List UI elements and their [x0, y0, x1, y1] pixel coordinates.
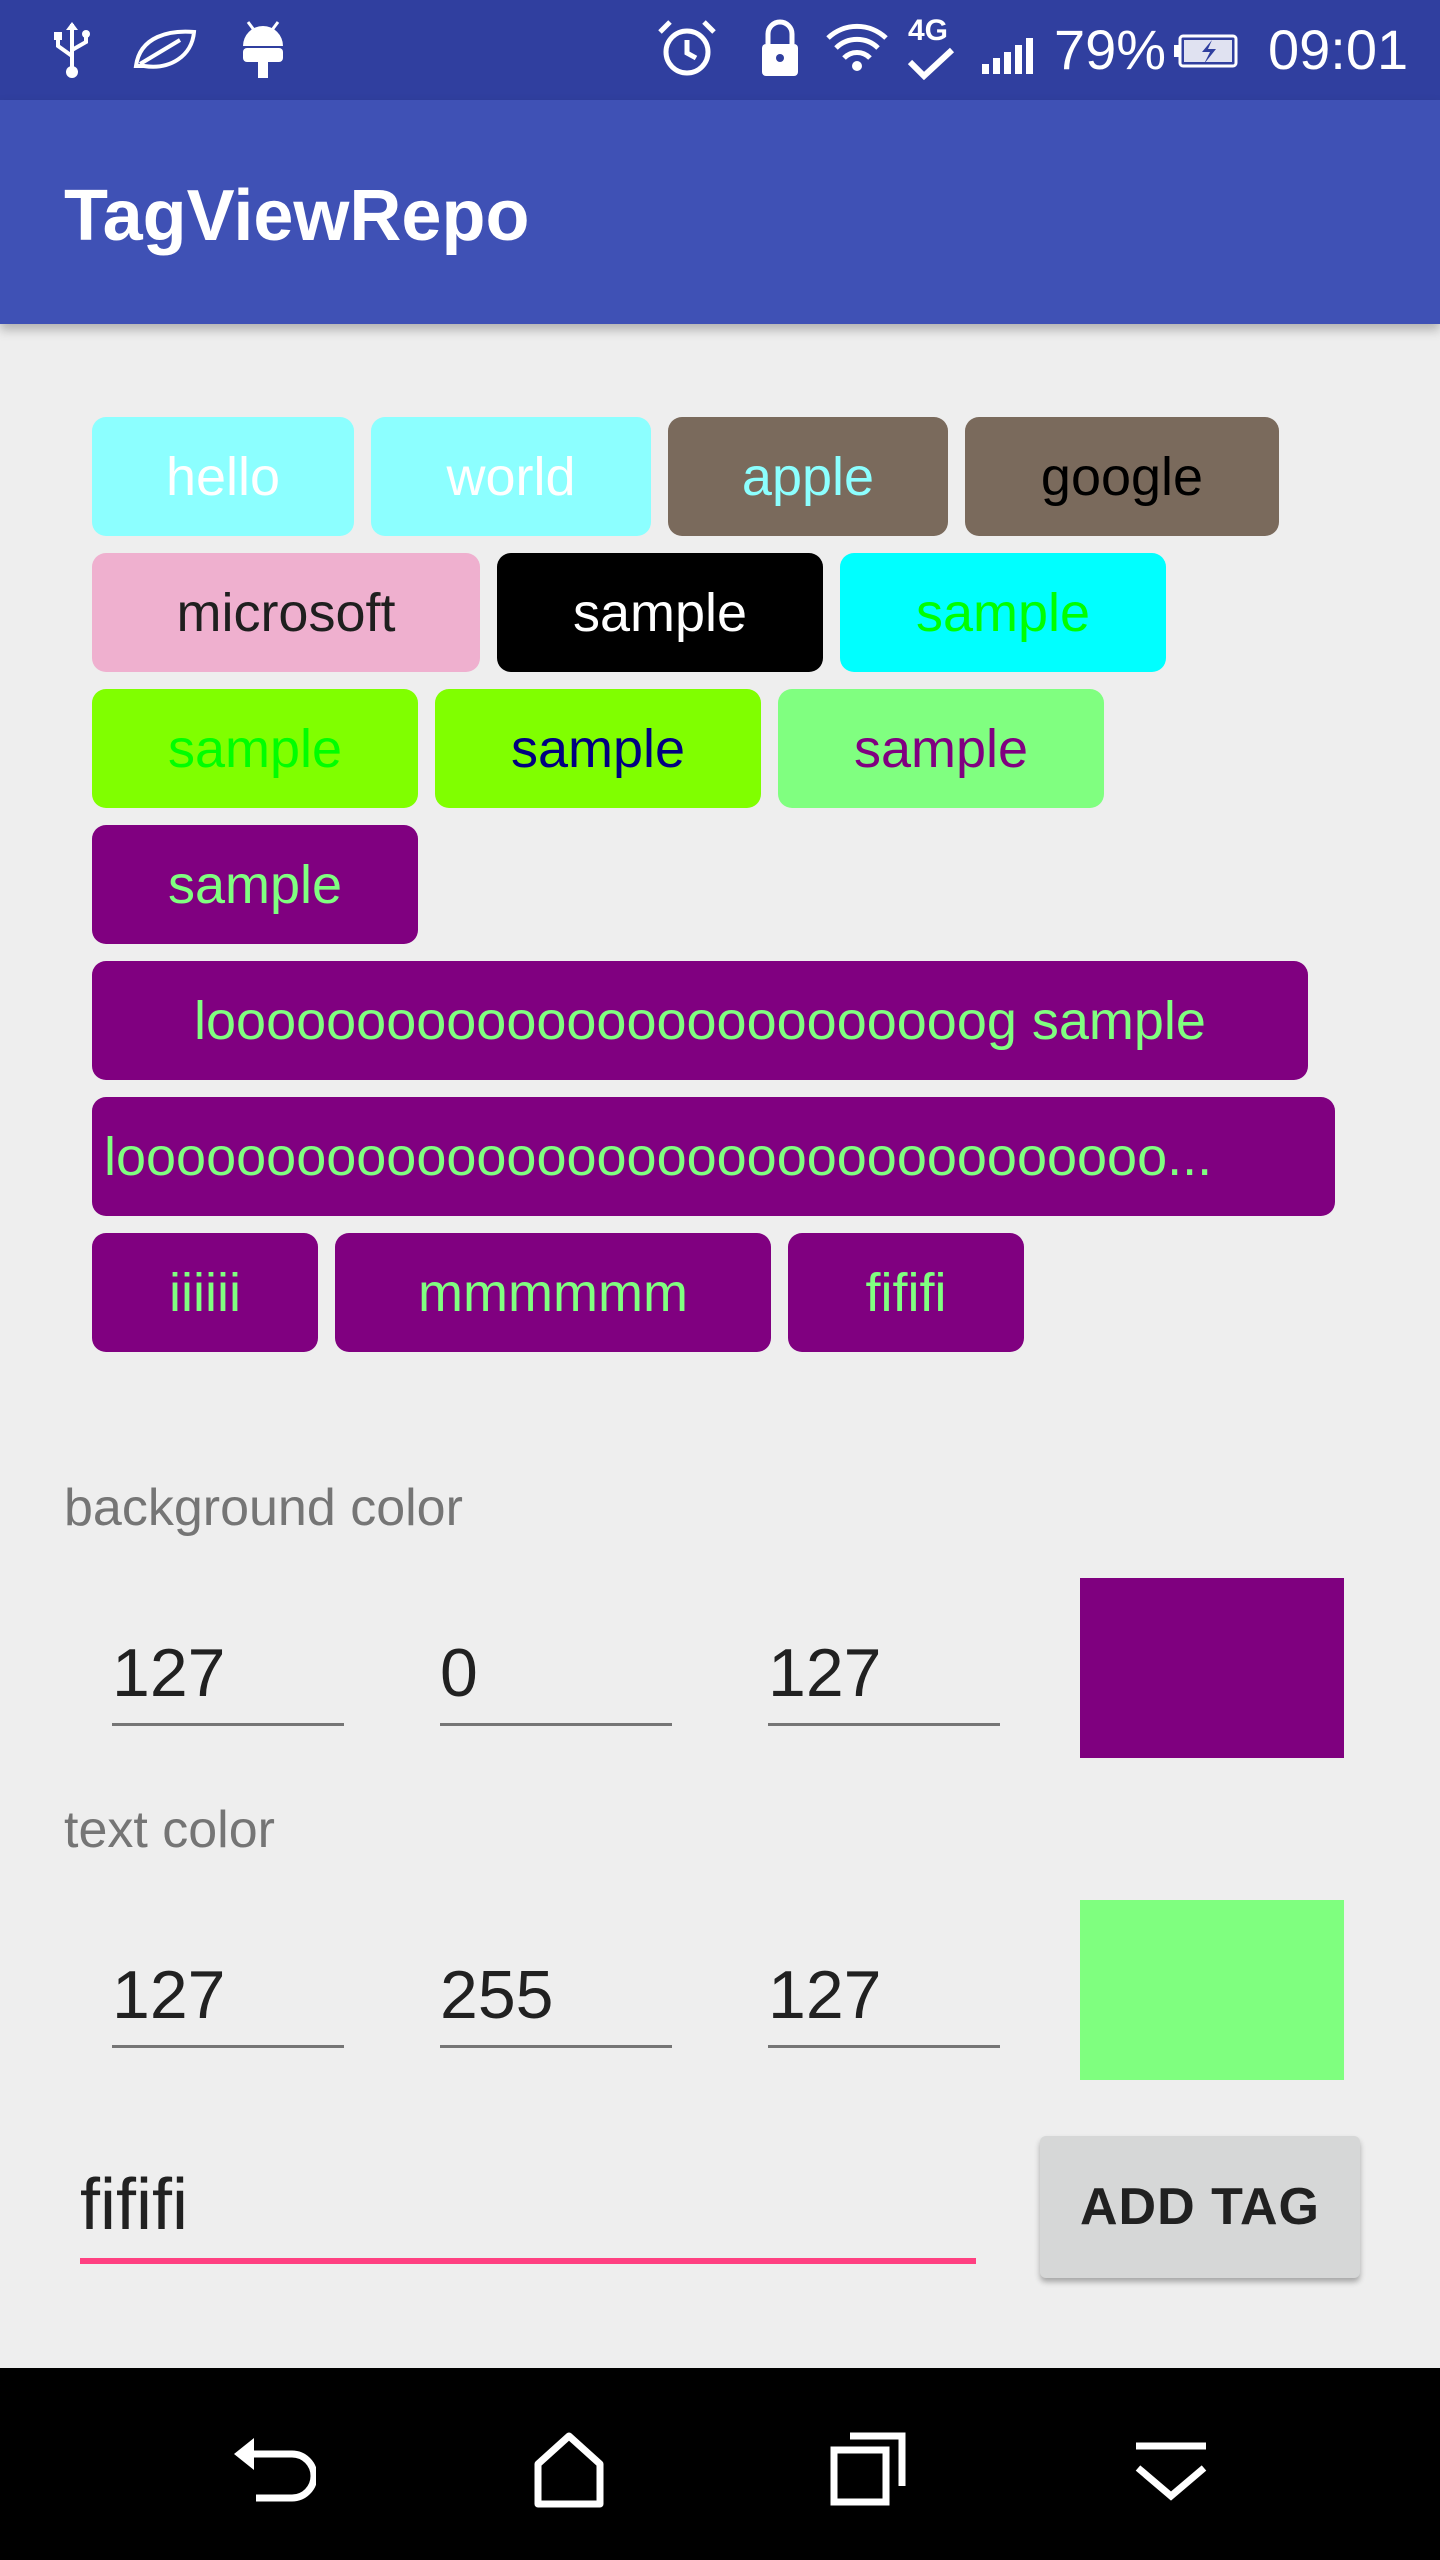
tag-label: sample: [915, 582, 1091, 643]
back-icon[interactable]: [226, 2424, 316, 2514]
tag-label: world: [446, 446, 576, 507]
app-title: TagViewRepo: [64, 176, 530, 256]
tag-row: sample: [92, 825, 1352, 944]
tag-text-input[interactable]: [80, 2164, 960, 2246]
tag-chip[interactable]: world: [371, 417, 651, 536]
text-red-field[interactable]: [112, 1938, 344, 2048]
text-color-swatch: [1080, 1900, 1344, 2080]
tag-label: sample: [510, 718, 686, 779]
tag-chip[interactable]: sample: [778, 689, 1104, 808]
tag-chip[interactable]: hello: [92, 417, 354, 536]
tag-chip[interactable]: apple: [668, 417, 948, 536]
clock-time: 09:01: [1268, 18, 1409, 81]
tag-row: loooooooooooooooooooooooooog sample: [92, 961, 1352, 1080]
bg-blue-input[interactable]: [768, 1634, 988, 1712]
bg-blue-field[interactable]: [768, 1616, 1000, 1726]
tag-chip[interactable]: loooooooooooooooooooooooooog sample: [92, 961, 1308, 1080]
bg-green-input[interactable]: [440, 1634, 660, 1712]
home-icon[interactable]: [524, 2424, 614, 2514]
tag-label: hello: [165, 446, 281, 507]
tag-chip[interactable]: iiiiii: [92, 1233, 318, 1352]
tag-chip[interactable]: sample: [92, 825, 418, 944]
tag-label: sample: [853, 718, 1029, 779]
tag-chip[interactable]: fififi: [788, 1233, 1024, 1352]
add-tag-button[interactable]: ADD TAG: [1040, 2136, 1360, 2278]
battery-percent: 79%: [1054, 18, 1167, 81]
tag-chip[interactable]: sample: [840, 553, 1166, 672]
tag-chip[interactable]: sample: [497, 553, 823, 672]
android-icon: [243, 21, 283, 78]
tag-chip[interactable]: sample: [92, 689, 418, 808]
text-color-label: text color: [64, 1801, 275, 1859]
tag-chip[interactable]: sample: [435, 689, 761, 808]
tag-label: apple: [741, 446, 875, 507]
tag-label: microsoft: [176, 582, 396, 643]
tag-chip[interactable]: mmmmmm: [335, 1233, 771, 1352]
check-icon: [907, 47, 955, 80]
text-red-input[interactable]: [112, 1956, 332, 2034]
recents-icon[interactable]: [824, 2424, 914, 2514]
leaf-icon: [133, 29, 197, 69]
tag-label: mmmmmm: [418, 1262, 688, 1323]
tag-label: sample: [167, 854, 343, 915]
text-blue-input[interactable]: [768, 1956, 988, 2034]
text-green-input[interactable]: [440, 1956, 660, 2034]
app-bar: TagViewRepo: [0, 100, 1440, 324]
status-bar: 4G 79% 09:01: [0, 0, 1440, 100]
bg-red-input[interactable]: [112, 1634, 332, 1712]
tag-row: iiiiii mmmmmm fififi: [92, 1233, 1352, 1352]
tag-row: sample sample sample: [92, 689, 1352, 808]
alarm-icon: [658, 20, 716, 76]
tag-chip[interactable]: looooooooooooooooooooooooooooooooooo...: [92, 1097, 1335, 1216]
tag-chip[interactable]: microsoft: [92, 553, 480, 672]
bg-red-field[interactable]: [112, 1616, 344, 1726]
background-color-label: background color: [64, 1479, 463, 1537]
background-color-swatch: [1080, 1578, 1344, 1758]
tag-row: microsoft sample sample: [92, 553, 1352, 672]
bg-green-field[interactable]: [440, 1616, 672, 1726]
tag-row: hello world apple google: [92, 417, 1352, 536]
text-blue-field[interactable]: [768, 1938, 1000, 2048]
tag-row: looooooooooooooooooooooooooooooooooo...: [92, 1097, 1352, 1216]
tag-container: hello world apple google microsoft sample samp…: [92, 417, 1352, 1369]
navigation-bar: [0, 2368, 1440, 2560]
tag-label: loooooooooooooooooooooooooog sample: [194, 990, 1206, 1051]
signal-icon: [982, 38, 1033, 74]
text-green-field[interactable]: [440, 1938, 672, 2048]
usb-icon: [54, 22, 90, 78]
tag-text-field[interactable]: [80, 2150, 976, 2264]
battery-charging-icon: [1174, 34, 1238, 68]
lock-icon: [762, 19, 798, 76]
network-4g-icon: 4G: [908, 14, 949, 47]
tag-label: sample: [572, 582, 748, 643]
tag-label: fififi: [865, 1262, 947, 1323]
tag-label: iiiiii: [169, 1262, 241, 1323]
notification-pull-icon[interactable]: [1126, 2424, 1216, 2514]
tag-label: google: [1040, 446, 1204, 507]
tag-chip[interactable]: google: [965, 417, 1279, 536]
wifi-icon: [826, 23, 888, 71]
tag-label: sample: [167, 718, 343, 779]
tag-label: looooooooooooooooooooooooooooooooooo...: [104, 1126, 1213, 1187]
